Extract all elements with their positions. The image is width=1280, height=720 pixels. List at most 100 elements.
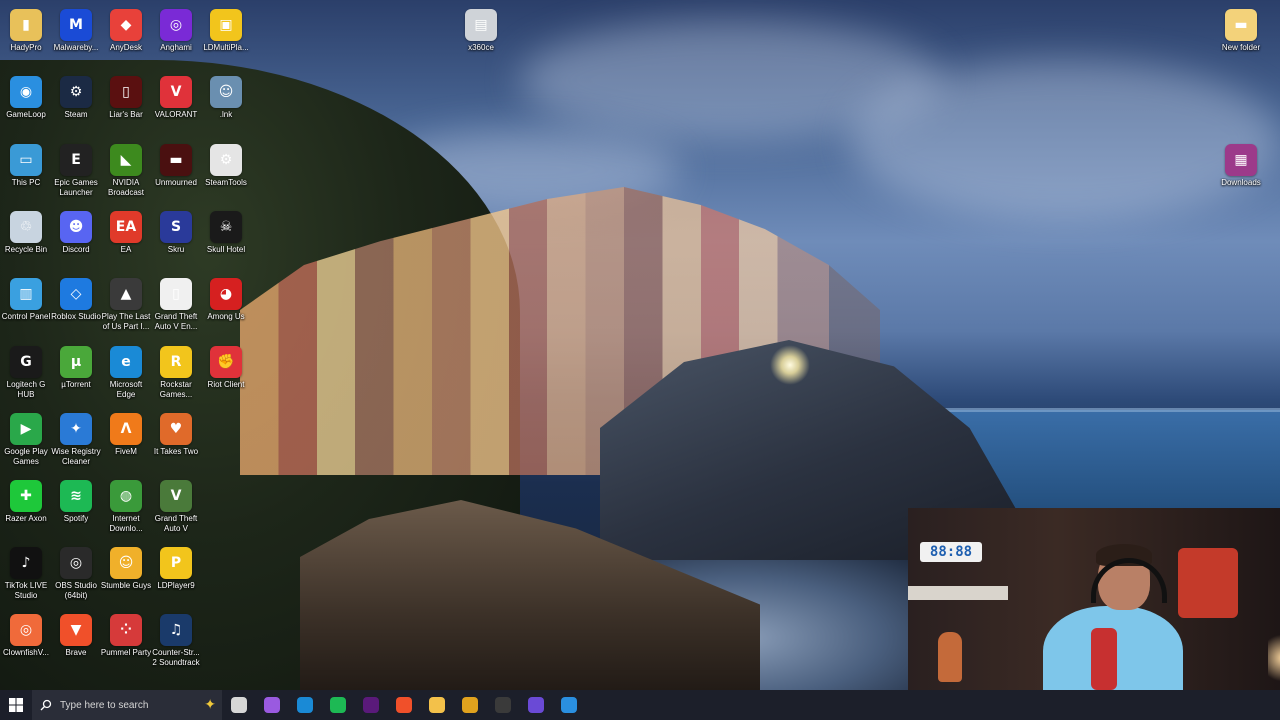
desktop-icon-wise-registry-cleaner[interactable]: ✦ Wise Registry Cleaner [50,409,102,467]
desktop-icon-label: Recycle Bin [4,245,48,254]
discord-icon: ☻ [60,211,92,243]
desktop-icon-label: FiveM [115,447,137,456]
desktop-icon-downloads[interactable]: ▦ Downloads [1215,140,1267,188]
gameloop-icon [560,697,577,713]
desktop-icon-label: SteamTools [205,178,247,187]
start-button[interactable] [0,690,32,720]
desktop-icon-logitech-g-hub[interactable]: G Logitech G HUB [0,342,52,400]
webcam-shelf [908,586,1008,600]
desktop-icon-ea[interactable]: EA EA [100,207,152,255]
desktop-icon-it-takes-two[interactable]: ♥ It Takes Two [150,409,202,457]
desktop-icon-riot-client[interactable]: ✊ Riot Client [200,342,252,390]
desktop-icon-label: Unmourned [155,178,197,187]
desktop-icon-clownfishv[interactable]: ◎ ClownfishV... [0,610,52,658]
desktop-icon-label: Logitech G HUB [6,380,46,399]
file-explorer-icon [428,697,445,713]
taskbar-spotify-button[interactable] [321,690,354,720]
desktop-icon-new-folder[interactable]: ▬ New folder [1215,5,1267,53]
desktop-icon-valorant[interactable]: V VALORANT [150,72,202,120]
desktop-icon-stumble-guys[interactable]: ☺ Stumble Guys [100,543,152,591]
desktop-icon-nvidia-broadcast[interactable]: ◣ NVIDIA Broadcast [100,140,152,198]
webcam-overlay: 88:88 [908,508,1280,690]
desktop-icon-anydesk[interactable]: ◆ AnyDesk [100,5,152,53]
taskbar-edge-button[interactable] [288,690,321,720]
desktop-icon-label: LDMultiPla... [203,43,249,52]
desktop-icon-counter-str-2-soundtrack[interactable]: ♫ Counter-Str... 2 Soundtrack [150,610,202,668]
taskbar-copilot-button[interactable] [255,690,288,720]
desktop-icon-control-panel[interactable]: ▥ Control Panel [0,274,52,322]
desktop-icon-label: x360ce [468,43,494,52]
desktop-icon-label: Grand Theft Auto V En... [154,312,198,331]
desktop-icon-ldplayer9[interactable]: P LDPlayer9 [150,543,202,591]
edge-icon [296,697,313,713]
desktop-icon-grand-theft-auto-v-en[interactable]: ▯ Grand Theft Auto V En... [150,274,202,332]
desktop-icon-recycle-bin[interactable]: ♲ Recycle Bin [0,207,52,255]
steam-icon: ⚙ [60,76,92,108]
desktop-icon-label: Microsoft Edge [109,380,143,399]
webcam-chair [1178,548,1238,618]
desktop-icon-torrent[interactable]: µ µTorrent [50,342,102,390]
taskbar-search-box[interactable]: Type here to search ✦ [32,690,222,720]
desktop-icon-label: Razer Axon [5,514,47,523]
task-view-icon [230,697,247,713]
desktop-icon-grand-theft-auto-v[interactable]: V Grand Theft Auto V [150,476,202,534]
google-play-games-icon: ▶ [10,413,42,445]
desktop-icon-label: TikTok LIVE Studio [4,581,48,600]
play-the-last-of-us-part-i-icon: ▲ [110,278,142,310]
microsoft-edge-icon: e [110,346,142,378]
desktop-icon-anghami[interactable]: ◎ Anghami [150,5,202,53]
taskbar-premiere-button[interactable] [354,690,387,720]
taskbar-chrome-alt-button[interactable] [519,690,552,720]
desktop-icon-ldmultipla[interactable]: ▣ LDMultiPla... [200,5,252,53]
desktop-icon-label: GameLoop [6,110,46,119]
desktop-icon-hadypro[interactable]: ▮ HadyPro [0,5,52,53]
wallpaper-light [770,345,810,385]
desktop-icon-malwareby[interactable]: M Malwareby... [50,5,102,53]
desktop-icon-spotify[interactable]: ≋ Spotify [50,476,102,524]
search-highlight-icon[interactable]: ✦ [204,696,216,713]
spotify-icon: ≋ [60,480,92,512]
desktop-icon-this-pc[interactable]: ▭ This PC [0,140,52,188]
desktop-icon-razer-axon[interactable]: ✚ Razer Axon [0,476,52,524]
desktop-icon-steam[interactable]: ⚙ Steam [50,72,102,120]
desktop-icon-label: Riot Client [207,380,245,389]
desktop-icon-epic-games-launcher[interactable]: E Epic Games Launcher [50,140,102,198]
valorant-icon: V [160,76,192,108]
search-icon [40,699,52,711]
desktop-icon-rockstar-games[interactable]: R Rockstar Games... [150,342,202,400]
counter-str-2-soundtrack-icon: ♫ [160,614,192,646]
taskbar-task-view-button[interactable] [222,690,255,720]
desktop-icon-fivem[interactable]: Λ FiveM [100,409,152,457]
desktop-icon-steamtools[interactable]: ⚙ SteamTools [200,140,252,188]
desktop-icon-gameloop[interactable]: ◉ GameLoop [0,72,52,120]
desktop-icon-tiktok-live-studio[interactable]: ♪ TikTok LIVE Studio [0,543,52,601]
desktop-icon-discord[interactable]: ☻ Discord [50,207,102,255]
desktop-icon-skru[interactable]: S Skru [150,207,202,255]
desktop-icon-lnk[interactable]: ☺ .lnk [200,72,252,120]
desktop-icon-x360ce[interactable]: ▤ x360ce [455,5,507,53]
desktop-icon-among-us[interactable]: ◕ Among Us [200,274,252,322]
desktop-icon-obs-studio-64bit[interactable]: ◎ OBS Studio (64bit) [50,543,102,601]
copilot-icon [263,697,280,713]
taskbar-brave-button[interactable] [387,690,420,720]
taskbar-chrome-button[interactable] [453,690,486,720]
desktop-icon-microsoft-edge[interactable]: e Microsoft Edge [100,342,152,400]
desktop-icon-pummel-party[interactable]: ⁘ Pummel Party [100,610,152,658]
taskbar-obs-button[interactable] [486,690,519,720]
desktop-icon-google-play-games[interactable]: ▶ Google Play Games [0,409,52,467]
epic-games-launcher-icon: E [60,144,92,176]
desktop-icon-skull-hotel[interactable]: ☠ Skull Hotel [200,207,252,255]
taskbar-gameloop-button[interactable] [552,690,585,720]
taskbar-file-explorer-button[interactable] [420,690,453,720]
desktop-icon-liar-s-bar[interactable]: ▯ Liar's Bar [100,72,152,120]
anghami-icon: ◎ [160,9,192,41]
desktop-icon-internet-downlo[interactable]: ◍ Internet Downlo... [100,476,152,534]
razer-axon-icon: ✚ [10,480,42,512]
desktop-icon-play-the-last-of-us-part-i[interactable]: ▲ Play The Last of Us Part I... [100,274,152,332]
desktop-icon-roblox-studio[interactable]: ◇ Roblox Studio [50,274,102,322]
desktop-icon-brave[interactable]: ▼ Brave [50,610,102,658]
steamtools-icon: ⚙ [210,144,242,176]
desktop-icon-label: Among Us [207,312,245,321]
desktop-icon-unmourned[interactable]: ▬ Unmourned [150,140,202,188]
grand-theft-auto-v-icon: V [160,480,192,512]
